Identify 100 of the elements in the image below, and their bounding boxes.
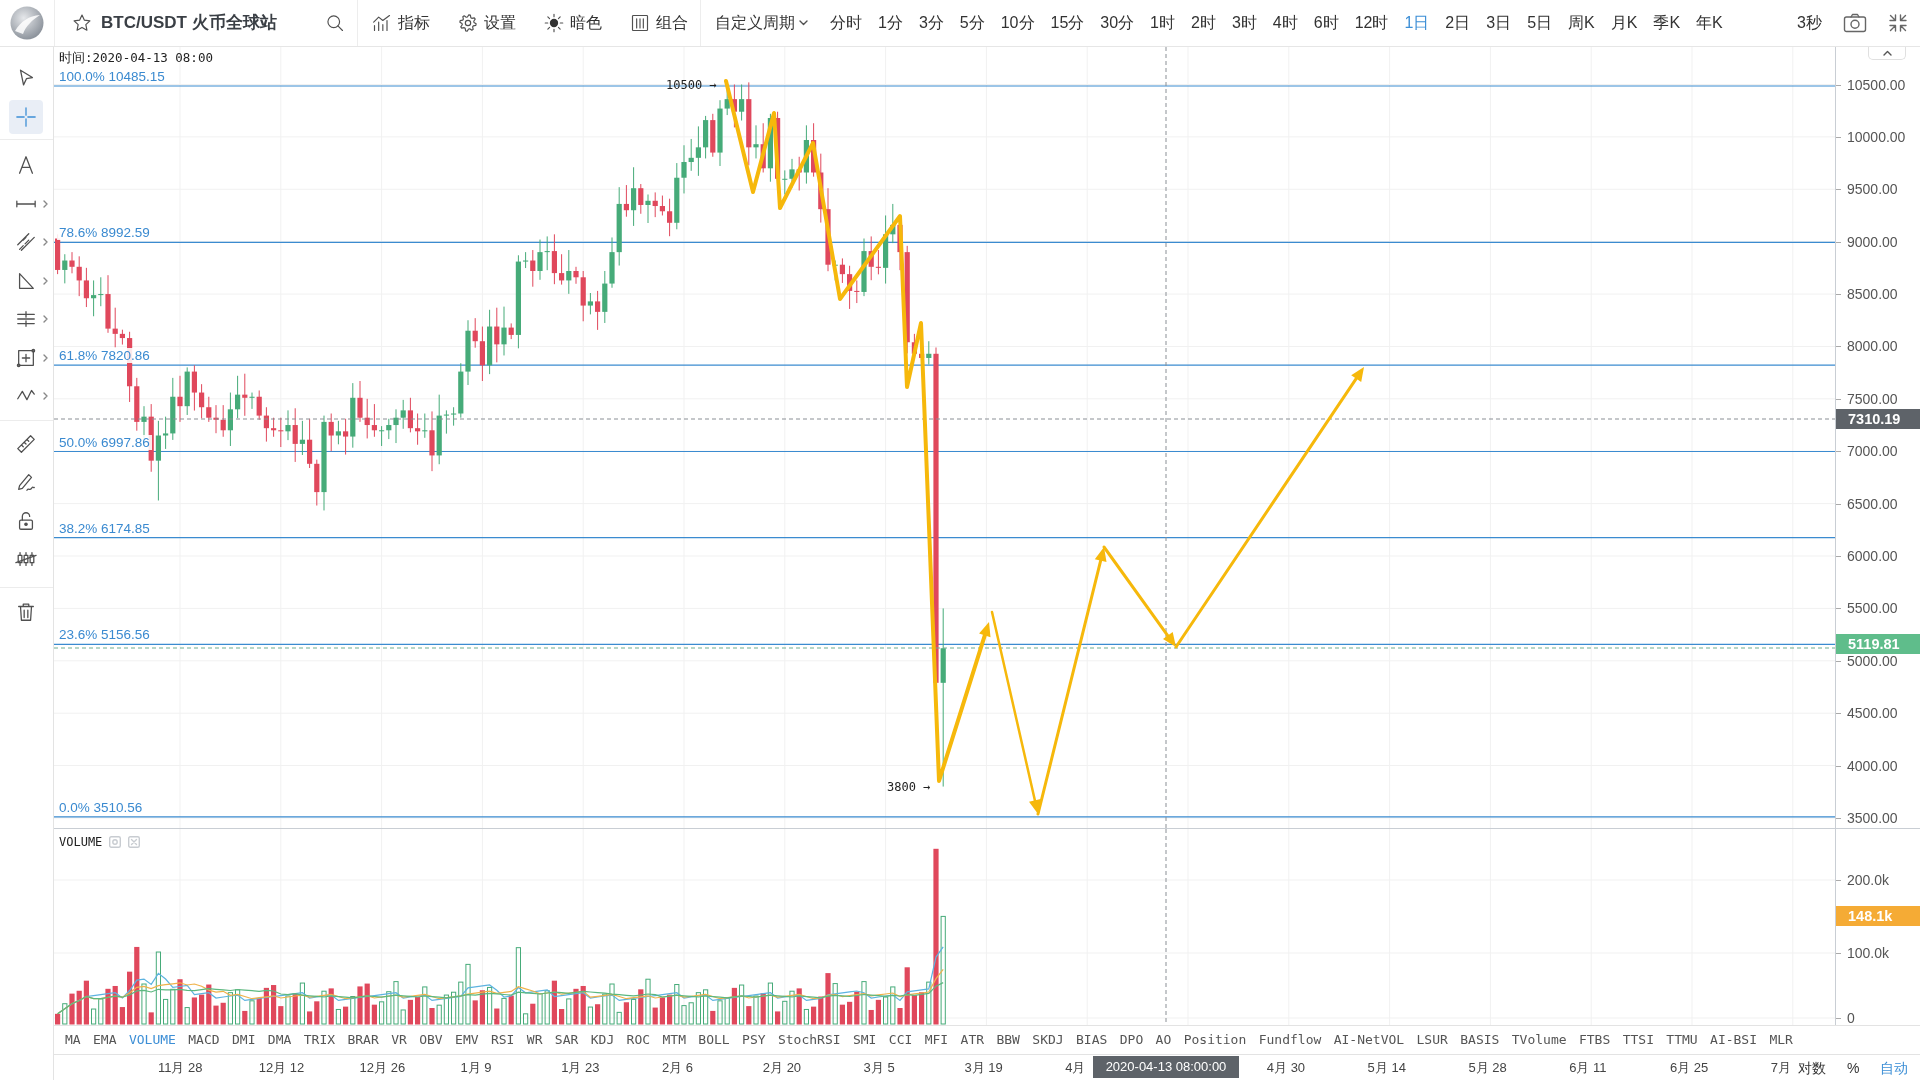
chevron-right-icon[interactable] (43, 353, 48, 362)
sun-icon (544, 13, 564, 33)
indicator-tab[interactable]: TTSI (1622, 1032, 1654, 1048)
date-label: 12月 12 (258, 1059, 305, 1076)
indicator-tab[interactable]: BBW (996, 1032, 1020, 1048)
scale-option[interactable]: 自动 (1880, 1058, 1909, 1077)
chevron-down-icon (799, 20, 808, 26)
chevron-right-icon[interactable] (43, 199, 48, 208)
period-tab[interactable]: 30分 (1100, 12, 1135, 34)
theme-button[interactable]: 暗色 (544, 12, 602, 34)
period-tab[interactable]: 5分 (959, 12, 985, 34)
period-tab[interactable]: 5日 (1527, 12, 1553, 34)
indicator-tab[interactable]: CCI (888, 1032, 913, 1048)
indicator-tab[interactable]: MTM (662, 1032, 686, 1048)
indicator-tab[interactable]: SAR (554, 1032, 579, 1048)
indicator-tab[interactable]: MLR (1769, 1032, 1793, 1048)
ruler-icon (15, 432, 37, 455)
fib-level-label: 100.0% 10485.15 (57, 69, 167, 84)
chevron-right-icon[interactable] (43, 392, 48, 400)
period-tab[interactable]: 周K (1568, 12, 1595, 34)
date-label: 5月 28 (1468, 1059, 1507, 1076)
period-tab[interactable]: 2日 (1445, 12, 1471, 34)
period-tab[interactable]: 分时 (830, 12, 862, 34)
period-tab[interactable]: 1分 (878, 12, 903, 34)
price-axis-label: 6000.00 (1847, 549, 1898, 563)
indicator-tab[interactable]: SKDJ (1032, 1032, 1064, 1048)
indicator-tab[interactable]: BASIS (1460, 1032, 1500, 1048)
price-tag: 7310.19 (1836, 409, 1920, 429)
indicator-tab[interactable]: BOLL (698, 1032, 730, 1048)
indicator-tab[interactable]: DMI (232, 1032, 256, 1048)
indicator-tab[interactable]: LSUR (1416, 1032, 1448, 1048)
indicator-tab[interactable]: OBV (419, 1032, 443, 1048)
indicator-tab[interactable]: WR (526, 1032, 543, 1048)
period-tab[interactable]: 4时 (1272, 12, 1298, 34)
period-tab[interactable]: 季K (1653, 12, 1681, 34)
period-tab[interactable]: 1日 (1404, 12, 1430, 34)
layout-button[interactable]: 组合 (630, 12, 688, 34)
period-tab[interactable]: 月K (1610, 12, 1638, 34)
indicator-tab[interactable]: MFI (924, 1032, 949, 1048)
volume-tag: 148.1k (1836, 906, 1920, 927)
indicator-tab[interactable]: VR (391, 1032, 407, 1048)
price-axis-label: 7000.00 (1847, 444, 1898, 459)
indicator-tab[interactable]: AI-NetVOL (1333, 1032, 1405, 1048)
period-tab[interactable]: 2时 (1191, 12, 1216, 34)
date-label: 12月 26 (359, 1059, 406, 1076)
indicator-tab[interactable]: ROC (626, 1032, 651, 1048)
indicator-tab[interactable]: DPO (1119, 1032, 1144, 1048)
indicator-tab[interactable]: FTBS (1578, 1032, 1611, 1048)
time-readout: 时间:2020-04-13 08:00 (59, 50, 213, 65)
indicator-tab[interactable]: TVolume (1511, 1032, 1567, 1048)
star-icon[interactable] (72, 13, 92, 33)
indicator-tab[interactable]: KDJ (590, 1032, 615, 1048)
period-tab[interactable]: 1时 (1150, 12, 1175, 34)
chevron-right-icon[interactable] (43, 276, 48, 285)
search-icon[interactable] (325, 13, 345, 33)
chevron-right-icon[interactable] (43, 238, 48, 246)
date-label: 6月 11 (1569, 1059, 1607, 1076)
indicator-tab[interactable]: MA (65, 1032, 81, 1048)
shrink-arrows-icon[interactable] (1888, 13, 1908, 33)
indicator-tab[interactable]: RSI (490, 1032, 515, 1048)
indicator-tab[interactable]: StochRSI (777, 1032, 841, 1048)
period-tab[interactable]: 6时 (1313, 12, 1339, 34)
indicator-tab[interactable]: DMA (267, 1032, 292, 1048)
period-tab[interactable]: 3分 (918, 12, 944, 34)
period-tab[interactable]: 年K (1696, 12, 1723, 34)
indicator-tab[interactable]: TTMU (1666, 1032, 1698, 1048)
indicator-tab[interactable]: Fundflow (1258, 1032, 1322, 1048)
period-tab[interactable]: 3时 (1231, 12, 1257, 34)
settings-button[interactable]: 设置 (458, 12, 516, 34)
indicator-tab[interactable]: TRIX (303, 1032, 336, 1048)
price-axis-label: 4000.00 (1847, 758, 1898, 773)
period-tab[interactable]: 3日 (1486, 12, 1512, 34)
indicator-tab[interactable]: PSY (742, 1032, 766, 1048)
indicator-tab[interactable]: BRAR (347, 1032, 379, 1048)
chevron-right-icon[interactable] (43, 315, 48, 323)
refresh-interval-button[interactable]: 3秒 (1797, 12, 1822, 34)
price-axis-label: 4500.00 (1847, 706, 1898, 721)
period-tab[interactable]: 15分 (1050, 12, 1085, 34)
date-label: 2月 20 (762, 1059, 802, 1076)
period-tab[interactable]: 12时 (1354, 12, 1389, 34)
indicator-tab[interactable]: Position (1183, 1032, 1247, 1048)
indicator-tab[interactable]: ATR (960, 1032, 985, 1048)
indicator-tab[interactable]: BIAS (1076, 1032, 1108, 1048)
date-label: 3月 19 (964, 1059, 1003, 1076)
indicators-button[interactable]: 指标 (372, 12, 430, 34)
indicator-tab[interactable]: AI-BSI (1710, 1032, 1758, 1048)
period-tab[interactable]: 10分 (1000, 12, 1035, 34)
indicator-tab[interactable]: VOLUME (128, 1032, 176, 1048)
volume-axis-label: 200.0k (1847, 873, 1890, 887)
scale-option[interactable]: 对数 (1798, 1058, 1826, 1077)
date-label: 5月 14 (1367, 1059, 1406, 1076)
indicator-tab[interactable]: MACD (188, 1032, 220, 1048)
custom-period-dropdown[interactable]: 自定义周期 (715, 12, 808, 34)
indicator-tab[interactable]: EMV (455, 1032, 479, 1048)
date-label: 3月 5 (863, 1059, 895, 1076)
camera-icon[interactable] (1843, 13, 1867, 33)
indicator-tab[interactable]: AO (1155, 1032, 1172, 1048)
scale-option[interactable]: % (1847, 1058, 1860, 1077)
indicator-tab[interactable]: EMA (93, 1032, 117, 1048)
indicator-tab[interactable]: SMI (852, 1032, 877, 1048)
